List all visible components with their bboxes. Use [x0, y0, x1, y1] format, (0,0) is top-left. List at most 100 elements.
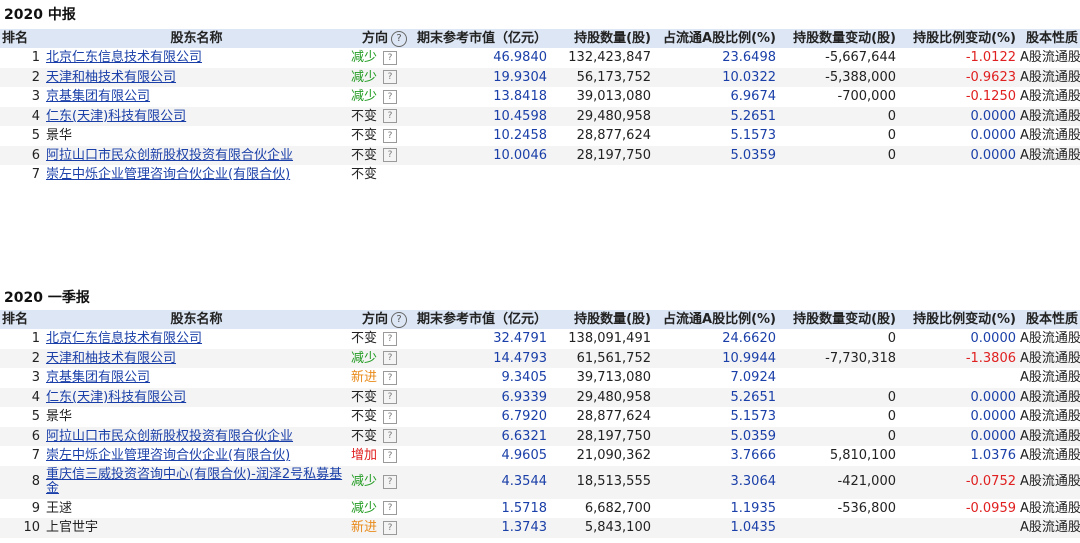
table-row: 5 景华 不变? 6.7920 28,877,624 5.1573 0 0.0000 A股流通股: [0, 407, 1080, 427]
direction-cell: 不变?: [349, 387, 409, 407]
section-2020-interim: 2020 中报 排名 股东名称 方向? 期末参考市值（亿元） 持股数量(股) 占…: [0, 5, 1080, 190]
type-cell: A股流通股: [1018, 518, 1080, 538]
detail-icon[interactable]: ?: [383, 501, 398, 515]
shares-cell: 39,713,080: [549, 368, 653, 388]
header-direction-label: 方向: [361, 31, 388, 46]
header-type: 股本性质: [1018, 29, 1080, 48]
ratio-cell: 10.0322: [653, 67, 778, 87]
table-row: 10 上官世宇 新进? 1.3743 5,843,100 1.0435 A股流通股: [0, 518, 1080, 538]
ratio-change-cell: 0.0000: [898, 126, 1018, 146]
header-name: 股东名称: [44, 310, 349, 329]
detail-icon[interactable]: ?: [383, 89, 398, 104]
detail-icon[interactable]: ?: [383, 429, 398, 443]
ratio-cell: 1.1935: [653, 498, 778, 518]
shares-cell: 28,877,624: [549, 126, 653, 146]
shareholder-link[interactable]: 重庆信三威投资咨询中心(有限合伙)-润泽2号私募基金: [46, 467, 342, 496]
direction-cell: 不变?: [349, 145, 409, 165]
type-cell: A股流通股: [1018, 387, 1080, 407]
table-body: 1 北京仁东信息技术有限公司 不变? 32.4791 138,091,491 24.662…: [0, 329, 1080, 538]
shareholder-link[interactable]: 天津和柚技术有限公司: [46, 70, 176, 85]
value-cell: 32.4791: [409, 329, 549, 349]
detail-icon[interactable]: ?: [383, 448, 398, 463]
direction-cell: 减少?: [349, 87, 409, 107]
ratio-cell: 5.1573: [653, 407, 778, 427]
detail-icon[interactable]: ?: [383, 351, 398, 365]
name-cell: 景华: [44, 126, 349, 146]
table-row: 5 景华 不变? 10.2458 28,877,624 5.1573 0 0.0000 A股流通…: [0, 126, 1080, 146]
table-row: 6 阿拉山口市民众创新股权投资有限合伙企业 不变? 6.6321 28,197,750 5…: [0, 426, 1080, 446]
direction-label: 不变: [351, 389, 378, 405]
shareholder-link[interactable]: 仁东(天津)科技有限公司: [46, 109, 186, 124]
section-title: 2020 中报: [4, 7, 76, 23]
change-cell: -7,730,318: [778, 348, 898, 368]
direction-label: 不变: [351, 147, 378, 163]
table-row: 2 天津和柚技术有限公司 减少? 19.9304 56,173,752 10.0322 -5…: [0, 67, 1080, 87]
detail-icon[interactable]: ?: [383, 370, 398, 385]
rank-cell: 5: [0, 407, 44, 427]
direction-label: 不变: [351, 409, 378, 424]
ratio-change-cell: 0.0000: [898, 106, 1018, 126]
shareholder-link[interactable]: 天津和柚技术有限公司: [46, 351, 176, 366]
ratio-cell: 3.3064: [653, 465, 778, 499]
rank-cell: 7: [0, 446, 44, 466]
direction-cell: 减少?: [349, 348, 409, 368]
value-cell: 14.4793: [409, 348, 549, 368]
shareholder-link[interactable]: 阿拉山口市民众创新股权投资有限合伙企业: [46, 429, 293, 444]
direction-cell: 不变?: [349, 426, 409, 446]
change-cell: 0: [778, 106, 898, 126]
shareholder-name: 景华: [46, 409, 73, 424]
detail-icon[interactable]: ?: [383, 409, 398, 424]
shareholder-link[interactable]: 仁东(天津)科技有限公司: [46, 390, 186, 405]
shareholder-link[interactable]: 北京仁东信息技术有限公司: [46, 331, 202, 346]
shareholder-link[interactable]: 京基集团有限公司: [46, 89, 150, 104]
rank-cell: 4: [0, 387, 44, 407]
direction-label: 减少: [351, 350, 378, 366]
detail-icon[interactable]: ?: [383, 70, 398, 84]
ratio-cell: 3.7666: [653, 446, 778, 466]
help-icon[interactable]: ?: [391, 30, 407, 47]
value-cell: 13.8418: [409, 87, 549, 107]
shareholder-link[interactable]: 崇左中烁企业管理咨询合伙企业(有限合伙): [46, 448, 290, 463]
shareholder-table: 排名 股东名称 方向? 期末参考市值（亿元） 持股数量(股) 占流通A股比例(%…: [0, 29, 1080, 185]
header-value: 期末参考市值（亿元）: [409, 310, 549, 329]
direction-cell: 不变: [349, 165, 409, 185]
name-cell: 阿拉山口市民众创新股权投资有限合伙企业: [44, 145, 349, 165]
shareholder-link[interactable]: 阿拉山口市民众创新股权投资有限合伙企业: [46, 148, 293, 163]
ratio-cell: 24.6620: [653, 329, 778, 349]
shareholder-link[interactable]: 崇左中烁企业管理咨询合伙企业(有限合伙): [46, 167, 290, 182]
direction-label: 新进: [351, 520, 378, 535]
name-cell: 王逑: [44, 498, 349, 518]
name-cell: 崇左中烁企业管理咨询合伙企业(有限合伙): [44, 446, 349, 466]
type-cell: A股流通股: [1018, 446, 1080, 466]
detail-icon[interactable]: ?: [383, 390, 398, 404]
ratio-cell: 6.9674: [653, 87, 778, 107]
detail-icon[interactable]: ?: [383, 474, 398, 489]
rank-cell: 3: [0, 368, 44, 388]
detail-icon[interactable]: ?: [383, 331, 398, 346]
direction-label: 不变: [351, 167, 378, 182]
detail-icon[interactable]: ?: [383, 148, 398, 162]
ratio-change-cell: -0.0752: [898, 465, 1018, 499]
value-cell: 46.9840: [409, 48, 549, 68]
ratio-cell: 7.0924: [653, 368, 778, 388]
value-cell: 4.9605: [409, 446, 549, 466]
shares-cell: 29,480,958: [549, 387, 653, 407]
shareholder-link[interactable]: 北京仁东信息技术有限公司: [46, 50, 202, 65]
shareholder-link[interactable]: 京基集团有限公司: [46, 370, 150, 385]
detail-icon[interactable]: ?: [383, 50, 398, 65]
rank-cell: 2: [0, 348, 44, 368]
table-header: 排名 股东名称 方向? 期末参考市值（亿元） 持股数量(股) 占流通A股比例(%…: [0, 310, 1080, 329]
detail-icon[interactable]: ?: [383, 520, 398, 535]
header-change: 持股数量变动(股): [778, 310, 898, 329]
detail-icon[interactable]: ?: [383, 109, 398, 123]
ratio-change-cell: -0.1250: [898, 87, 1018, 107]
type-cell: A股流通股: [1018, 145, 1080, 165]
header-ratio-change: 持股比例变动(%): [898, 310, 1018, 329]
detail-icon[interactable]: ?: [383, 128, 398, 143]
value-cell: 10.0046: [409, 145, 549, 165]
shares-cell: 28,197,750: [549, 145, 653, 165]
ratio-change-cell: 0.0000: [898, 329, 1018, 349]
help-icon[interactable]: ?: [391, 311, 407, 328]
direction-label: 减少: [351, 89, 378, 104]
type-cell: A股流通股: [1018, 106, 1080, 126]
